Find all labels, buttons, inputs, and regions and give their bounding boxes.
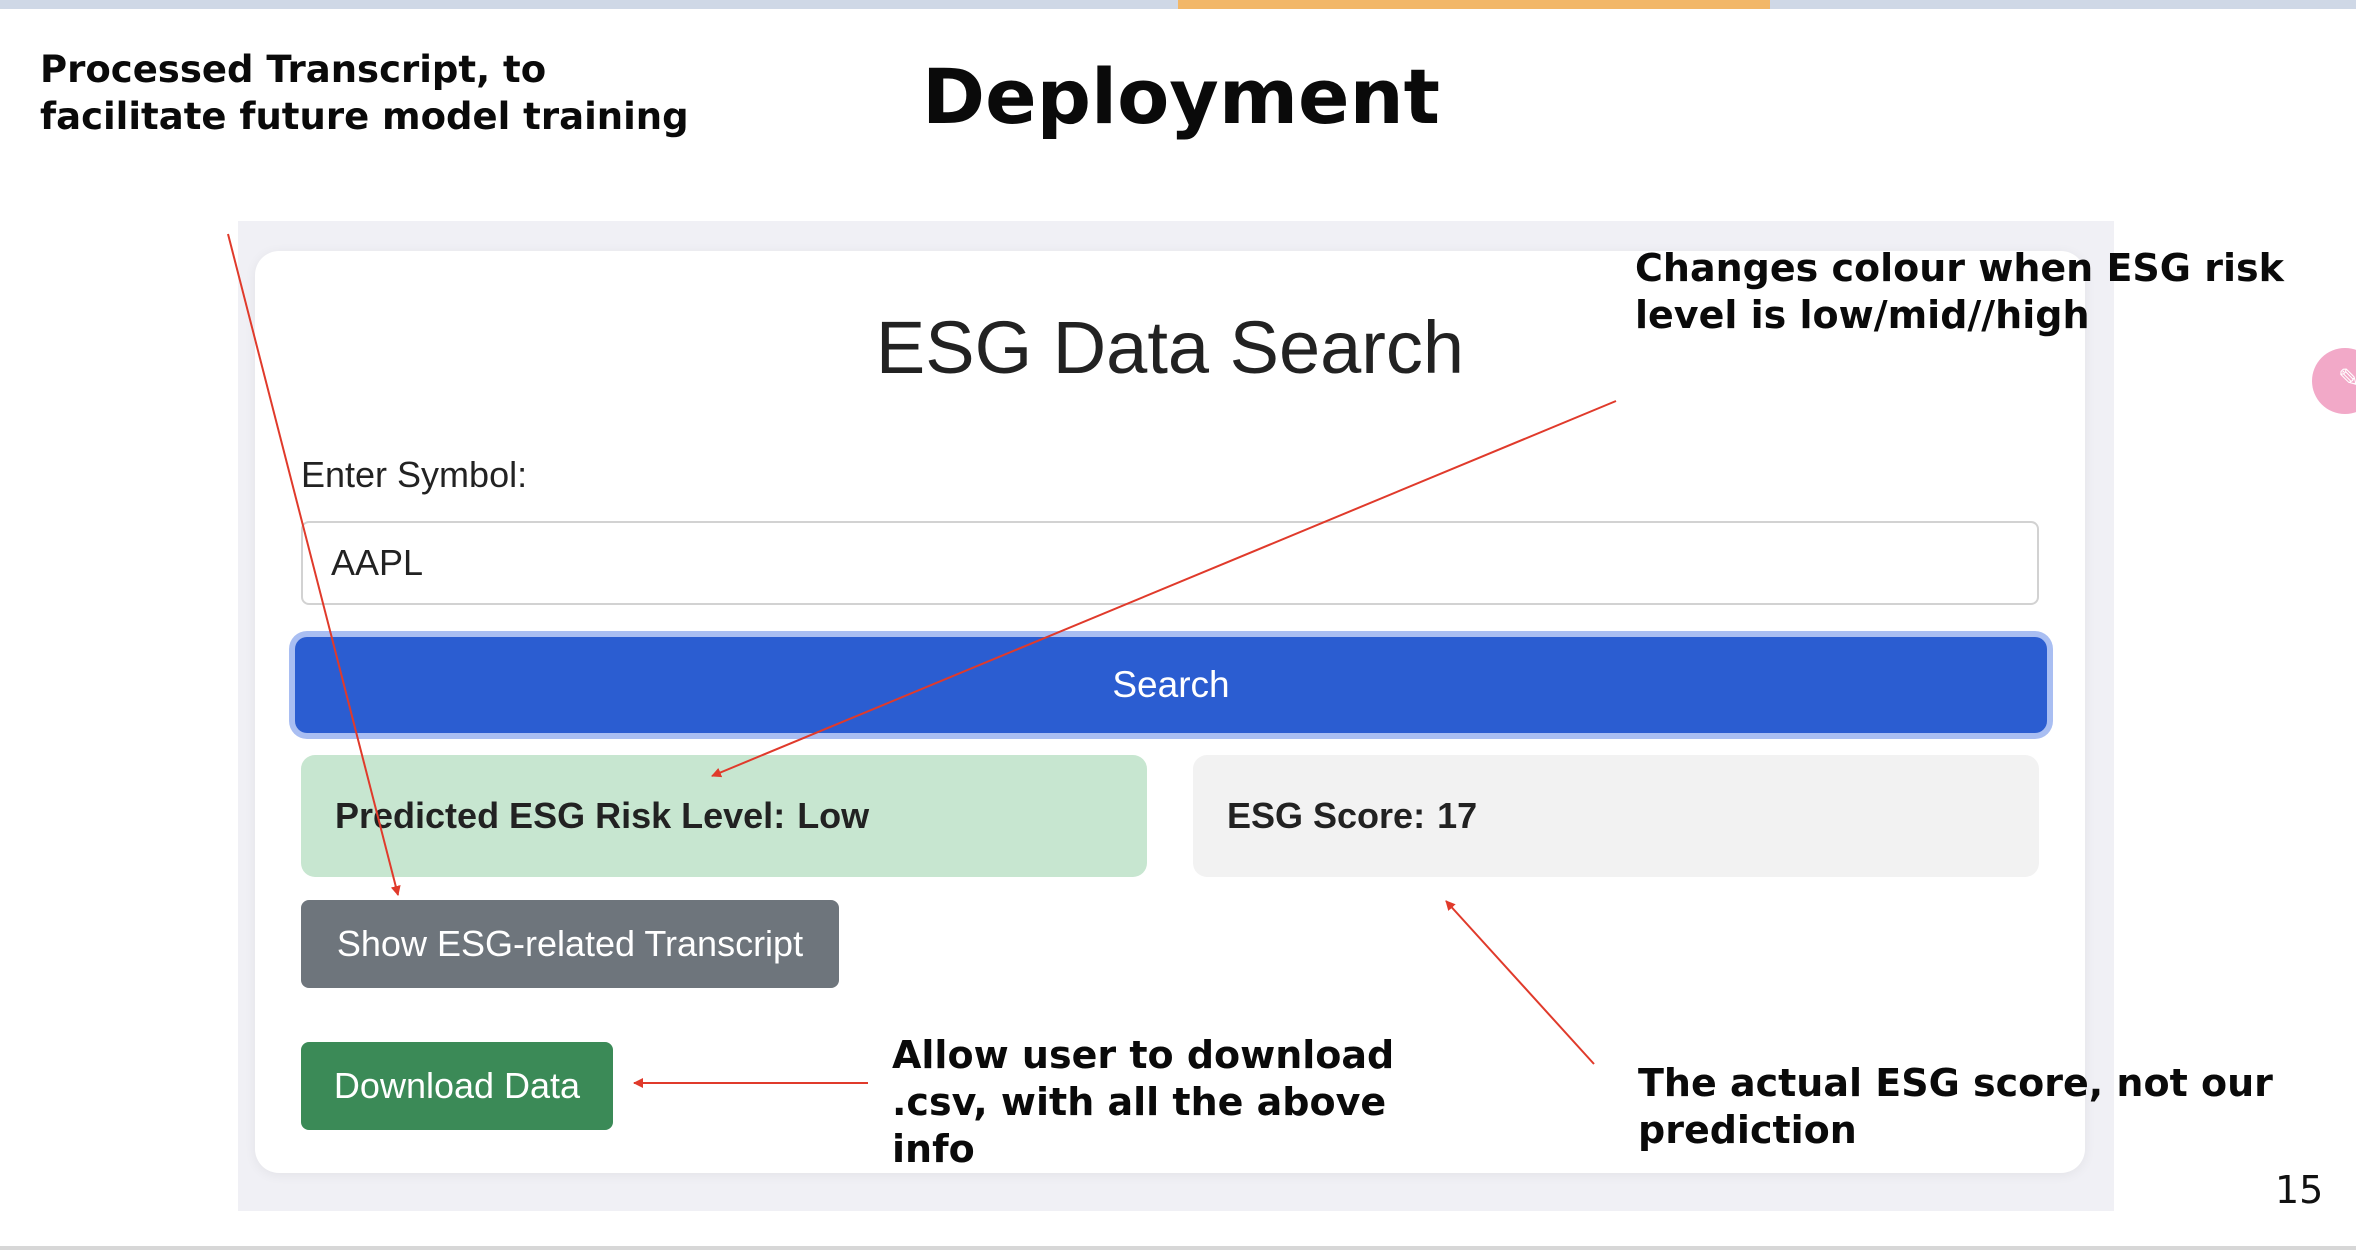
chat-icon: ✎ bbox=[2338, 364, 2356, 394]
arrow-to-transcript bbox=[227, 233, 401, 896]
arrow-to-risk-level bbox=[711, 400, 1617, 778]
slide-bottom-rule bbox=[0, 1246, 2356, 1250]
arrow-to-esg-score bbox=[1445, 900, 1595, 1065]
annotation-arrows bbox=[227, 233, 1617, 1088]
page-number: 15 bbox=[2275, 1168, 2324, 1212]
